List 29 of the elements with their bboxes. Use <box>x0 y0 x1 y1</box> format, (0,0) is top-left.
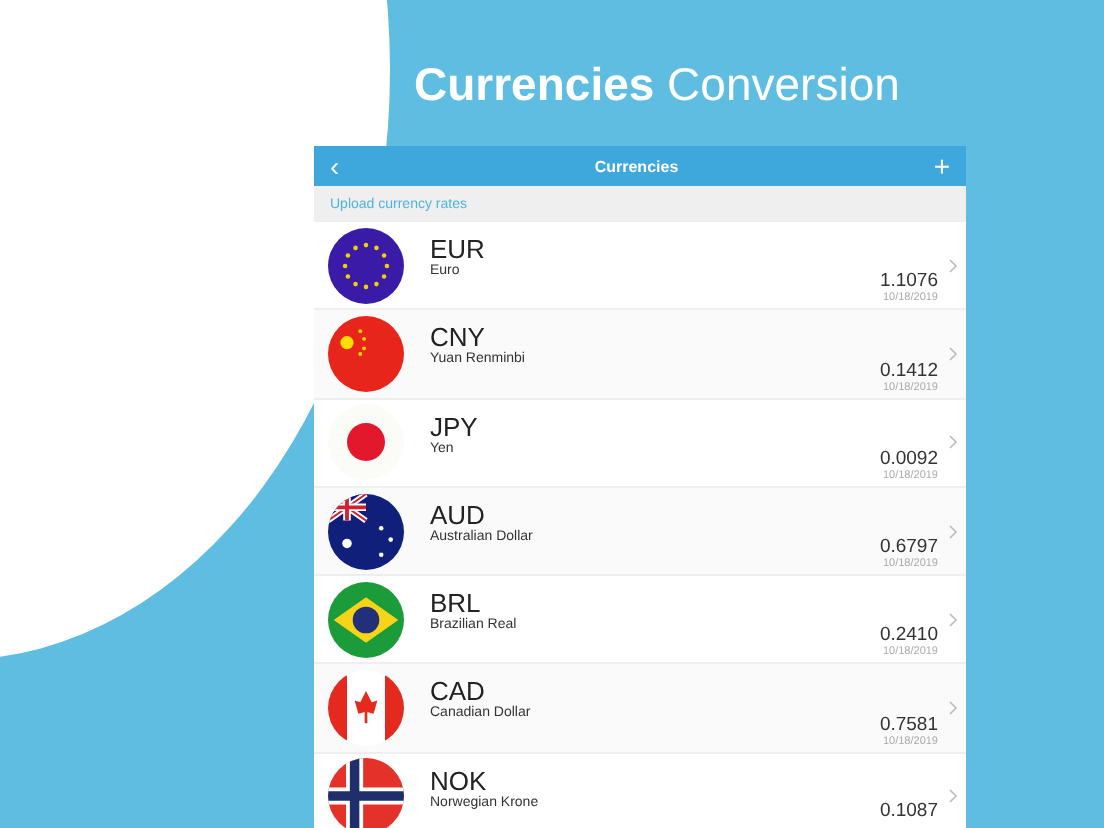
exchange-rate: 0.0092 <box>879 447 938 470</box>
flag-icon <box>328 758 404 828</box>
exchange-rate: 0.1087 <box>879 800 938 823</box>
exchange-rate: 0.6797 <box>879 536 938 559</box>
currency-code: BRL <box>430 590 481 619</box>
currency-code: CAD <box>430 678 485 707</box>
exchange-rate: 0.1412 <box>879 359 938 382</box>
chevron-icon <box>948 434 958 451</box>
chevron-icon <box>948 257 958 274</box>
headline: Currencies Conversion <box>414 56 900 112</box>
chevron-icon <box>948 523 958 540</box>
chevron-icon <box>948 788 958 805</box>
chevron-icon <box>948 611 958 628</box>
currency-code: AUD <box>430 501 485 530</box>
chevron-icon <box>948 700 958 717</box>
currency-code: CNY <box>430 324 485 353</box>
flag-icon <box>328 404 404 481</box>
exchange-rate: 1.1076 <box>879 270 938 293</box>
flag-icon <box>328 227 404 304</box>
exchange-rate: 0.7581 <box>879 713 938 736</box>
flag-icon <box>328 493 404 570</box>
currency-code: NOK <box>430 767 487 796</box>
flag-icon <box>328 581 404 658</box>
currency-code: JPY <box>430 413 480 442</box>
currency-code: EUR <box>430 236 487 264</box>
nav-title: Currencies <box>594 157 679 175</box>
flag-icon <box>328 315 404 392</box>
exchange-rate: 0.2410 <box>879 624 938 647</box>
chevron-icon <box>948 345 958 362</box>
